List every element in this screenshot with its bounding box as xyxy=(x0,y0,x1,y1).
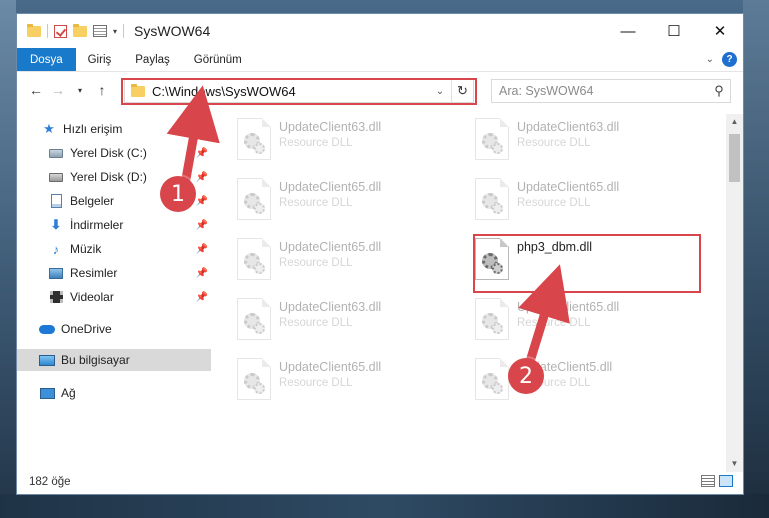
annotation-arrows xyxy=(166,85,570,373)
arrow-to-file xyxy=(518,264,570,373)
step-2-badge: 2 xyxy=(508,358,544,394)
step-1-badge: 1 xyxy=(160,176,196,212)
